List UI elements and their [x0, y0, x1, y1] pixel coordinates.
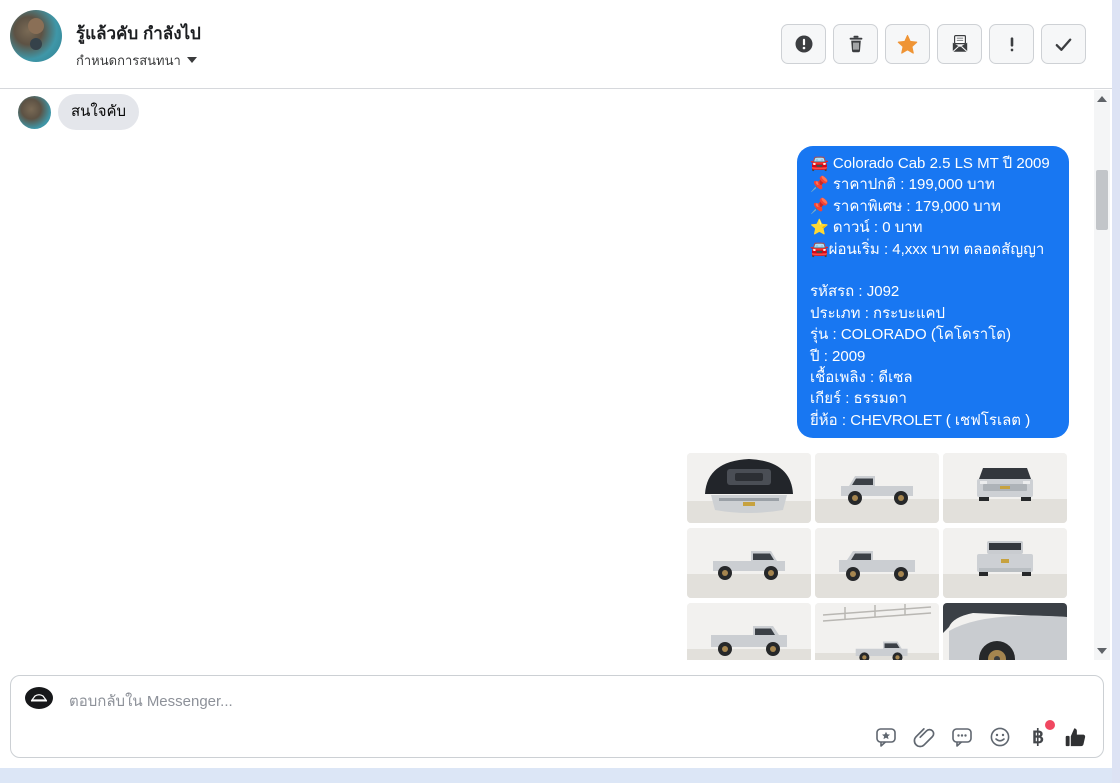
page-background-strip [1112, 0, 1120, 783]
delete-button[interactable] [833, 24, 878, 64]
scroll-down-arrow-icon[interactable] [1097, 648, 1107, 654]
attach-file-button[interactable] [911, 724, 937, 750]
car-front-photo [943, 453, 1067, 523]
customer-avatar-small [18, 96, 51, 129]
message-list: สนใจคับ 🚘 Colorado Cab 2.5 LS MT ปี 2009… [0, 90, 1094, 660]
conversation-label-dropdown[interactable]: กำหนดการสนทนา [76, 50, 197, 71]
scrollbar-thumb[interactable] [1096, 170, 1108, 230]
message-line: 📌 ราคาปกติ : 199,000 บาท [810, 176, 995, 194]
photo-gallery [687, 453, 1067, 660]
star-button[interactable] [885, 24, 930, 64]
mark-important-button[interactable] [989, 24, 1034, 64]
car-rear-quarter-photo [815, 528, 939, 598]
chat-scrollbar[interactable] [1094, 90, 1110, 660]
photo-tile[interactable] [687, 603, 811, 660]
message-line: ประเภท : กระบะแคป [810, 304, 946, 322]
message-line: เชื้อเพลิง : ดีเซล [810, 369, 913, 387]
chevron-down-icon [186, 57, 197, 63]
report-button[interactable] [781, 24, 826, 64]
notification-dot-badge [1045, 720, 1055, 730]
saved-replies-icon [876, 728, 896, 747]
emoji-button[interactable] [987, 724, 1013, 750]
photo-tile[interactable] [687, 453, 811, 523]
check-icon [1055, 38, 1072, 51]
photo-tile[interactable] [815, 528, 939, 598]
saved-replies-button[interactable] [873, 724, 899, 750]
photo-tile[interactable] [815, 603, 939, 660]
car-logo-icon [30, 694, 48, 702]
envelope-unread-icon [952, 35, 967, 52]
photo-tile[interactable] [943, 453, 1067, 523]
like-button[interactable] [1063, 724, 1089, 750]
message-line: ยี่ห้อ : CHEVROLET ( เชฟโรเลต ) [810, 411, 1031, 429]
car-side-photo [815, 603, 939, 660]
car-wheel-closeup-photo [943, 603, 1067, 660]
car-rear-left-photo [687, 603, 811, 660]
scroll-up-arrow-icon[interactable] [1097, 96, 1107, 102]
conversation-header: รู้แล้วคับ กำลังไป กำหนดการสนทนา [0, 0, 1112, 89]
car-rear-photo [943, 528, 1067, 598]
conversation-label-text: กำหนดการสนทนา [76, 53, 181, 68]
composer-actions: ฿ [873, 720, 1089, 750]
car-front-left-photo [815, 453, 939, 523]
car-engine-bay-photo [687, 453, 811, 523]
reply-input[interactable]: ตอบกลับใน Messenger... [69, 689, 233, 713]
message-line: 🚘 Colorado Cab 2.5 LS MT ปี 2009 [810, 155, 1050, 172]
photo-tile[interactable] [815, 453, 939, 523]
baht-payment-icon: ฿ [1031, 726, 1045, 748]
payment-button[interactable]: ฿ [1025, 720, 1055, 750]
page-logo-avatar [25, 687, 53, 709]
message-line: 📌 ราคาพิเศษ : 179,000 บาท [810, 197, 1001, 215]
conversation-toolbar [781, 24, 1086, 64]
incoming-message-bubble[interactable]: สนใจคับ [58, 94, 140, 130]
customer-avatar[interactable] [10, 10, 62, 62]
mark-unread-button[interactable] [937, 24, 982, 64]
photo-tile[interactable] [943, 603, 1067, 660]
car-front-right-photo [687, 528, 811, 598]
comment-button[interactable] [949, 724, 975, 750]
exclamation-circle-icon [795, 35, 812, 53]
message-line: รหัสรถ : J092 [810, 283, 900, 301]
paperclip-icon [913, 728, 935, 748]
trash-icon [849, 35, 862, 53]
message-line: ⭐ ดาวน์ : 0 บาท [810, 219, 923, 237]
message-line: เกียร์ : ธรรมดา [810, 390, 907, 408]
thumbs-up-icon [1065, 727, 1086, 746]
message-line: 🚘ผ่อนเริ่ม : 4,xxx บาท ตลอดสัญญา [810, 240, 1045, 258]
chat-panel: รู้แล้วคับ กำลังไป กำหนดการสนทนา สนใจคับ… [0, 0, 1112, 768]
star-icon [897, 34, 918, 54]
emoji-icon [990, 727, 1010, 747]
message-line [810, 260, 1056, 281]
conversation-title: รู้แล้วคับ กำลังไป [76, 24, 201, 43]
mark-done-button[interactable] [1041, 24, 1086, 64]
photo-tile[interactable] [943, 528, 1067, 598]
message-line: รุ่น : COLORADO (โคโดราโด) [810, 326, 1011, 344]
message-line: ปี : 2009 [810, 347, 866, 365]
photo-tile[interactable] [687, 528, 811, 598]
outgoing-message-bubble[interactable]: 🚘 Colorado Cab 2.5 LS MT ปี 2009 📌 ราคาป… [797, 146, 1069, 439]
exclamation-icon [1010, 37, 1013, 52]
page-background-strip [0, 768, 1120, 783]
comment-ellipsis-icon [952, 728, 972, 747]
reply-composer[interactable]: ตอบกลับใน Messenger... ฿ [10, 675, 1104, 758]
